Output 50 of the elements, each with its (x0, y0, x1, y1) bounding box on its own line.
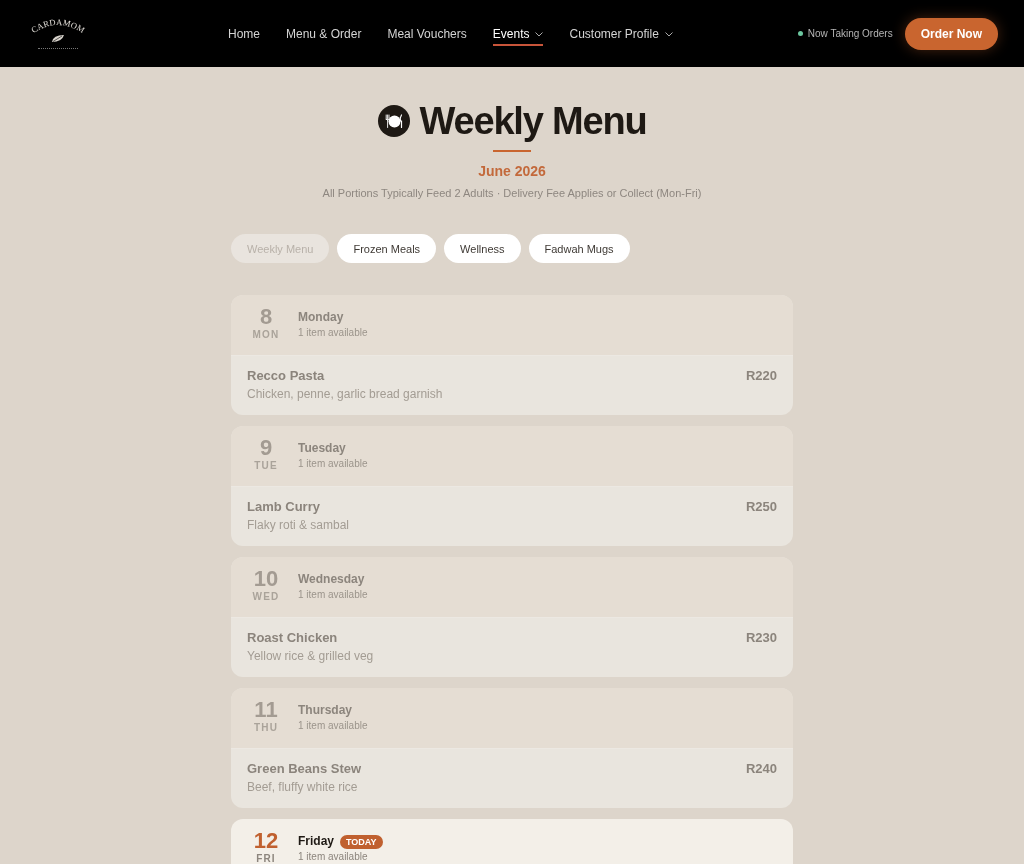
status-text: Now Taking Orders (807, 28, 893, 39)
leaf-icon (51, 33, 65, 43)
tab[interactable]: Frozen Meals (337, 234, 437, 263)
nav-link[interactable]: Meal Vouchers (387, 23, 467, 46)
dish-name: Lamb Curry (247, 499, 321, 515)
order-now-button[interactable]: Order Now (904, 17, 998, 50)
weekday-name: Thursday (298, 703, 352, 718)
weekday-abbreviation: TUE (254, 460, 278, 471)
status-dot-icon (797, 31, 803, 36)
weekday-name: Wednesday (298, 572, 365, 587)
tab[interactable]: Wellness (444, 234, 521, 263)
day-number: 10 (253, 568, 279, 590)
day-number: 9 (259, 437, 273, 459)
availability-text: 1 item available (298, 850, 369, 864)
dish-description: Flaky roti & sambal (247, 518, 350, 533)
dish-price: R230 (745, 630, 777, 646)
dish-price: R240 (745, 761, 777, 777)
dish-price: R220 (745, 368, 777, 384)
weekday-abbreviation: MON (252, 329, 280, 340)
nav-link[interactable]: Events (492, 23, 544, 46)
weekday-name: Monday (298, 310, 344, 325)
availability-text: 1 item available (298, 719, 368, 733)
dish-name: Recco Pasta (247, 368, 326, 384)
weekday-name: Friday (298, 834, 334, 849)
nav-link[interactable]: Home (228, 23, 260, 46)
availability-text: 1 item available (298, 326, 368, 340)
dish-name: Green Beans Stew (247, 761, 362, 777)
nav-link[interactable]: Menu & Order (286, 23, 362, 46)
availability-text: 1 item available (298, 588, 368, 602)
today-badge: TODAY (340, 834, 383, 849)
weekday-name: Tuesday (298, 441, 346, 456)
day-number: 8 (259, 306, 273, 328)
availability-text: 1 item available (298, 457, 368, 471)
tab[interactable]: Fadwah Mugs (528, 234, 630, 263)
subtitle-text: All Portions Typically Feed 2 Adults · Delivery Fee Applies or Collect (Mon-Fri) (322, 186, 702, 201)
plate-icon (377, 105, 410, 137)
day-number: 12 (253, 830, 279, 852)
dish-description: Chicken, penne, garlic bread garnish (247, 387, 443, 402)
weekday-abbreviation: THU (253, 722, 279, 733)
page-title: Weekly Menu (419, 101, 647, 141)
dish-name: Roast Chicken (247, 630, 339, 646)
weekday-abbreviation: FRI (256, 853, 276, 864)
dish-price: R250 (745, 499, 777, 515)
nav-link[interactable]: Customer Profile (569, 23, 673, 46)
dish-description: Beef, fluffy white rice (247, 780, 359, 795)
brand-name: CARDAMOM (28, 16, 88, 37)
day-number: 11 (254, 699, 278, 721)
dish-description: Yellow rice & grilled veg (247, 649, 374, 664)
month-label: June 2026 (478, 162, 546, 180)
weekday-abbreviation: WED (252, 591, 280, 602)
